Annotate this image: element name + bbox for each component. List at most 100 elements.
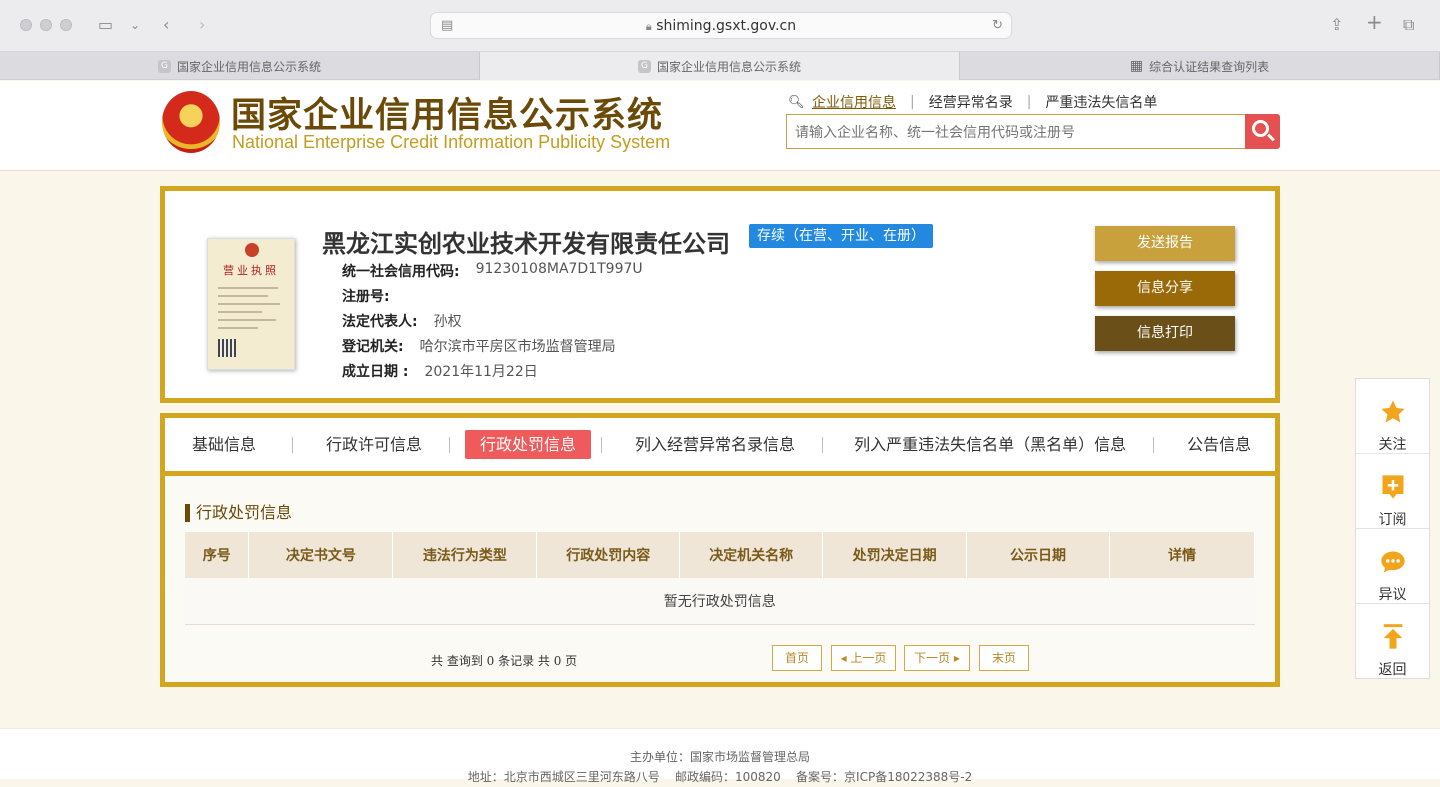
col-header: 详情 <box>1109 532 1255 578</box>
business-license-image[interactable]: 营业执照 <box>207 238 295 370</box>
link-abnormal-list[interactable]: 经营异常名录 <box>929 92 1013 112</box>
link-blacklist[interactable]: 严重违法失信名单 <box>1045 92 1157 112</box>
share-info-button[interactable]: 信息分享 <box>1095 271 1235 306</box>
browser-tabs: G 国家企业信用信息公示系统 G 国家企业信用信息公示系统 ▦ 综合认证结果查询列表 <box>0 52 1440 80</box>
site-subtitle: National Enterprise Credit Information P… <box>232 132 671 152</box>
next-page-button[interactable]: 下一页 ▸ <box>904 645 970 671</box>
qr-code-icon <box>218 339 236 357</box>
tab-basic-info[interactable]: 基础信息 <box>177 430 271 459</box>
sidebar-icon[interactable]: ▭ <box>98 14 113 36</box>
tab-overview-icon[interactable]: ⧉ <box>1403 14 1414 36</box>
next-page-label: 下一页 <box>914 651 951 665</box>
national-emblem-icon <box>162 91 220 153</box>
tab-abnormal-list[interactable]: 列入经营异常名录信息 <box>620 430 810 459</box>
subscribe-label: 订阅 <box>1378 512 1407 528</box>
col-header: 公示日期 <box>966 532 1110 578</box>
caret-right-icon: ▸ <box>950 651 960 665</box>
lock-icon: 🔒︎ <box>645 20 652 33</box>
window-controls[interactable] <box>20 19 72 31</box>
status-badge: 存续（在营、开业、在册） <box>749 224 933 248</box>
tab-penalty-info[interactable]: 行政处罚信息 <box>465 430 592 459</box>
search-input[interactable] <box>786 114 1245 149</box>
empty-message: 暂无行政处罚信息 <box>185 578 1255 625</box>
footer-address: 地址：北京市西城区三里河东路八号 邮政编码：100820 备案号：京ICP备18… <box>467 770 973 784</box>
emblem-icon <box>245 243 259 257</box>
browser-tab[interactable]: G 国家企业信用信息公示系统 <box>0 52 480 80</box>
table-header-row: 序号 决定书文号 违法行为类型 行政处罚内容 决定机关名称 处罚决定日期 公示日… <box>185 532 1255 578</box>
share-icon[interactable]: ⇪ <box>1330 14 1343 36</box>
tab-label: 综合认证结果查询列表 <box>1149 59 1270 74</box>
minimize-button[interactable] <box>40 19 52 31</box>
col-header: 处罚决定日期 <box>822 532 968 578</box>
reload-icon[interactable]: ↻ <box>992 13 1003 39</box>
grid-icon: ▦ <box>1129 58 1144 74</box>
browser-toolbar: ▭ ⌄ ‹ › ▤ 🔒︎ shiming.gsxt.gov.cn ↻ ⇪ + ⧉ <box>0 0 1440 52</box>
info-tabs: 基础信息 行政许可信息 行政处罚信息 列入经营异常名录信息 列入严重违法失信名单… <box>165 418 1275 476</box>
browser-tab[interactable]: ▦ 综合认证结果查询列表 <box>960 52 1440 80</box>
info-panel: 基础信息 行政许可信息 行政处罚信息 列入经营异常名录信息 列入严重违法失信名单… <box>160 413 1280 687</box>
link-credit-info[interactable]: 企业信用信息 <box>812 92 896 112</box>
divider: | <box>910 94 915 110</box>
col-header: 决定书文号 <box>248 532 394 578</box>
pager-info: 共 查询到 0 条记录 共 0 页 <box>431 654 578 668</box>
company-name: 黑龙江实创农业技术开发有限责任公司 <box>322 229 730 258</box>
license-title: 营业执照 <box>223 264 279 277</box>
col-header: 序号 <box>185 532 250 578</box>
search-button[interactable] <box>1245 114 1280 149</box>
back-icon[interactable]: ‹ <box>163 14 169 36</box>
divider: | <box>1026 94 1032 110</box>
field-legal-rep: 法定代表人: 孙权 <box>342 314 462 330</box>
tab-blacklist[interactable]: 列入严重违法失信名单（黑名单）信息 <box>839 430 1141 459</box>
back-to-top-button[interactable]: 返回 <box>1356 604 1429 679</box>
subscribe-plus-icon <box>1382 475 1403 499</box>
back-to-top-label: 返回 <box>1378 662 1407 678</box>
tab-license-info[interactable]: 行政许可信息 <box>311 430 437 459</box>
last-page-button[interactable]: 末页 <box>979 645 1029 671</box>
send-report-button[interactable]: 发送报告 <box>1095 226 1235 261</box>
col-header: 决定机关名称 <box>679 532 824 578</box>
address-bar[interactable]: ▤ 🔒︎ shiming.gsxt.gov.cn ↻ <box>430 12 1012 39</box>
field-credit-code: 统一社会信用代码: 91230108MA7D1T997U <box>342 261 643 280</box>
section-title: 行政处罚信息 <box>185 504 292 522</box>
caret-left-icon: ◂ <box>840 651 851 665</box>
url-text: shiming.gsxt.gov.cn <box>656 18 797 34</box>
table-row: 暂无行政处罚信息 <box>185 578 1255 625</box>
chevron-down-icon[interactable]: ⌄ <box>130 14 140 36</box>
tab-announcement[interactable]: 公告信息 <box>1172 430 1266 459</box>
col-header: 行政处罚内容 <box>536 532 681 578</box>
subscribe-button[interactable]: 订阅 <box>1356 454 1429 529</box>
star-icon <box>1380 400 1405 423</box>
browser-tab-active[interactable]: G 国家企业信用信息公示系统 <box>480 52 960 80</box>
close-button[interactable] <box>20 19 32 31</box>
field-established: 成立日期 :2021年11月22日 <box>342 364 538 380</box>
site-favicon: G <box>157 59 171 73</box>
penalty-table: 序号 决定书文号 违法行为类型 行政处罚内容 决定机关名称 处罚决定日期 公示日… <box>185 532 1255 625</box>
page-icon: ▤ <box>441 18 454 33</box>
zoom-button[interactable] <box>60 19 72 31</box>
floating-toolbar: 关注 订阅 异议 返回 <box>1355 378 1430 679</box>
footer-sponsor: 主办单位：国家市场监督管理总局 <box>629 750 810 764</box>
company-card: 营业执照 黑龙江实创农业技术开发有限责任公司 存续（在营、开业、在册） 统一社会… <box>160 186 1280 403</box>
forward-icon[interactable]: › <box>199 14 205 36</box>
field-reg-no: 注册号: <box>342 289 390 305</box>
tab-label: 国家企业信用信息公示系统 <box>176 59 321 74</box>
site-header: 国家企业信用信息公示系统 National Enterprise Credit … <box>0 81 1440 171</box>
site-title: 国家企业信用信息公示系统 <box>231 95 664 136</box>
col-header: 违法行为类型 <box>392 532 538 578</box>
objection-label: 异议 <box>1378 587 1407 603</box>
tab-label: 国家企业信用信息公示系统 <box>656 59 801 74</box>
arrow-up-icon <box>1383 624 1402 649</box>
follow-label: 关注 <box>1378 437 1407 453</box>
new-tab-icon[interactable]: + <box>1366 11 1383 33</box>
site-footer: 主办单位：国家市场监督管理总局 地址：北京市西城区三里河东路八号 邮政编码：10… <box>0 728 1440 784</box>
chat-bubble-icon <box>1380 551 1405 573</box>
top-links: 🔍︎ 企业信用信息 | 经营异常名录 | 严重违法失信名单 <box>788 92 1157 112</box>
print-info-button[interactable]: 信息打印 <box>1095 316 1235 351</box>
search-icon: 🔍︎ <box>788 94 805 110</box>
objection-button[interactable]: 异议 <box>1356 529 1429 604</box>
prev-page-label: 上一页 <box>850 651 887 665</box>
first-page-button[interactable]: 首页 <box>772 645 822 671</box>
follow-button[interactable]: 关注 <box>1356 379 1429 454</box>
prev-page-button[interactable]: ◂ 上一页 <box>831 645 896 671</box>
site-favicon: G <box>637 59 651 73</box>
